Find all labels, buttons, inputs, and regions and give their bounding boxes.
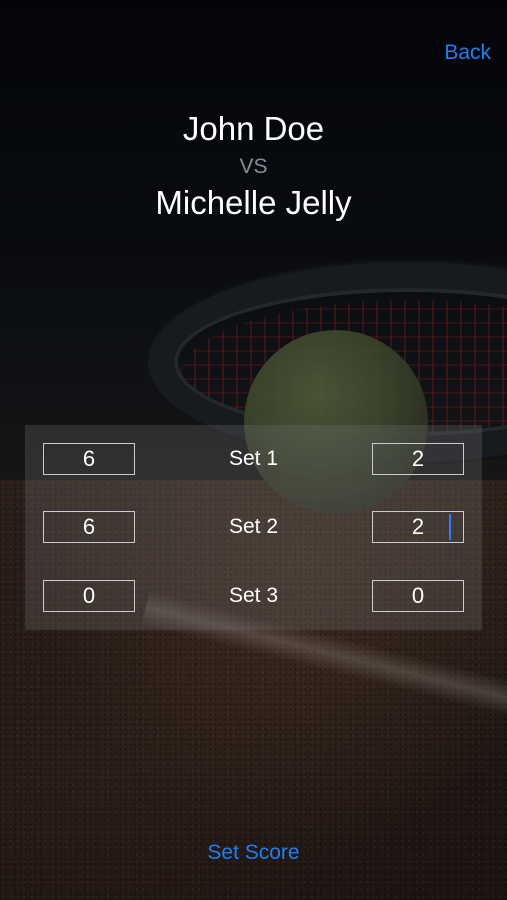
set-3-player-one-score-field[interactable] <box>43 580 135 612</box>
set-row-2: Set 2 <box>25 511 482 543</box>
set-3-label: Set 3 <box>228 584 279 607</box>
set-1-player-two-score-field[interactable] <box>372 443 464 475</box>
player-one-name: John Doe <box>182 110 325 147</box>
player-two-name: Michelle Jelly <box>155 184 352 221</box>
text-cursor <box>449 514 451 540</box>
set-2-player-one-score-field[interactable] <box>43 511 135 543</box>
set-score-button[interactable]: Set Score <box>0 841 507 865</box>
set-1-player-one-score-field[interactable] <box>43 443 135 475</box>
set-2-label: Set 2 <box>228 515 279 538</box>
set-row-3: Set 3 <box>25 580 482 612</box>
set-3-player-two-score-field[interactable] <box>372 580 464 612</box>
set-row-1: Set 1 <box>25 443 482 475</box>
score-panel: Set 1 Set 2 Set 3 <box>25 425 482 630</box>
back-button[interactable]: Back <box>444 41 491 65</box>
set-1-label: Set 1 <box>228 447 279 470</box>
vs-label: VS <box>239 155 268 178</box>
